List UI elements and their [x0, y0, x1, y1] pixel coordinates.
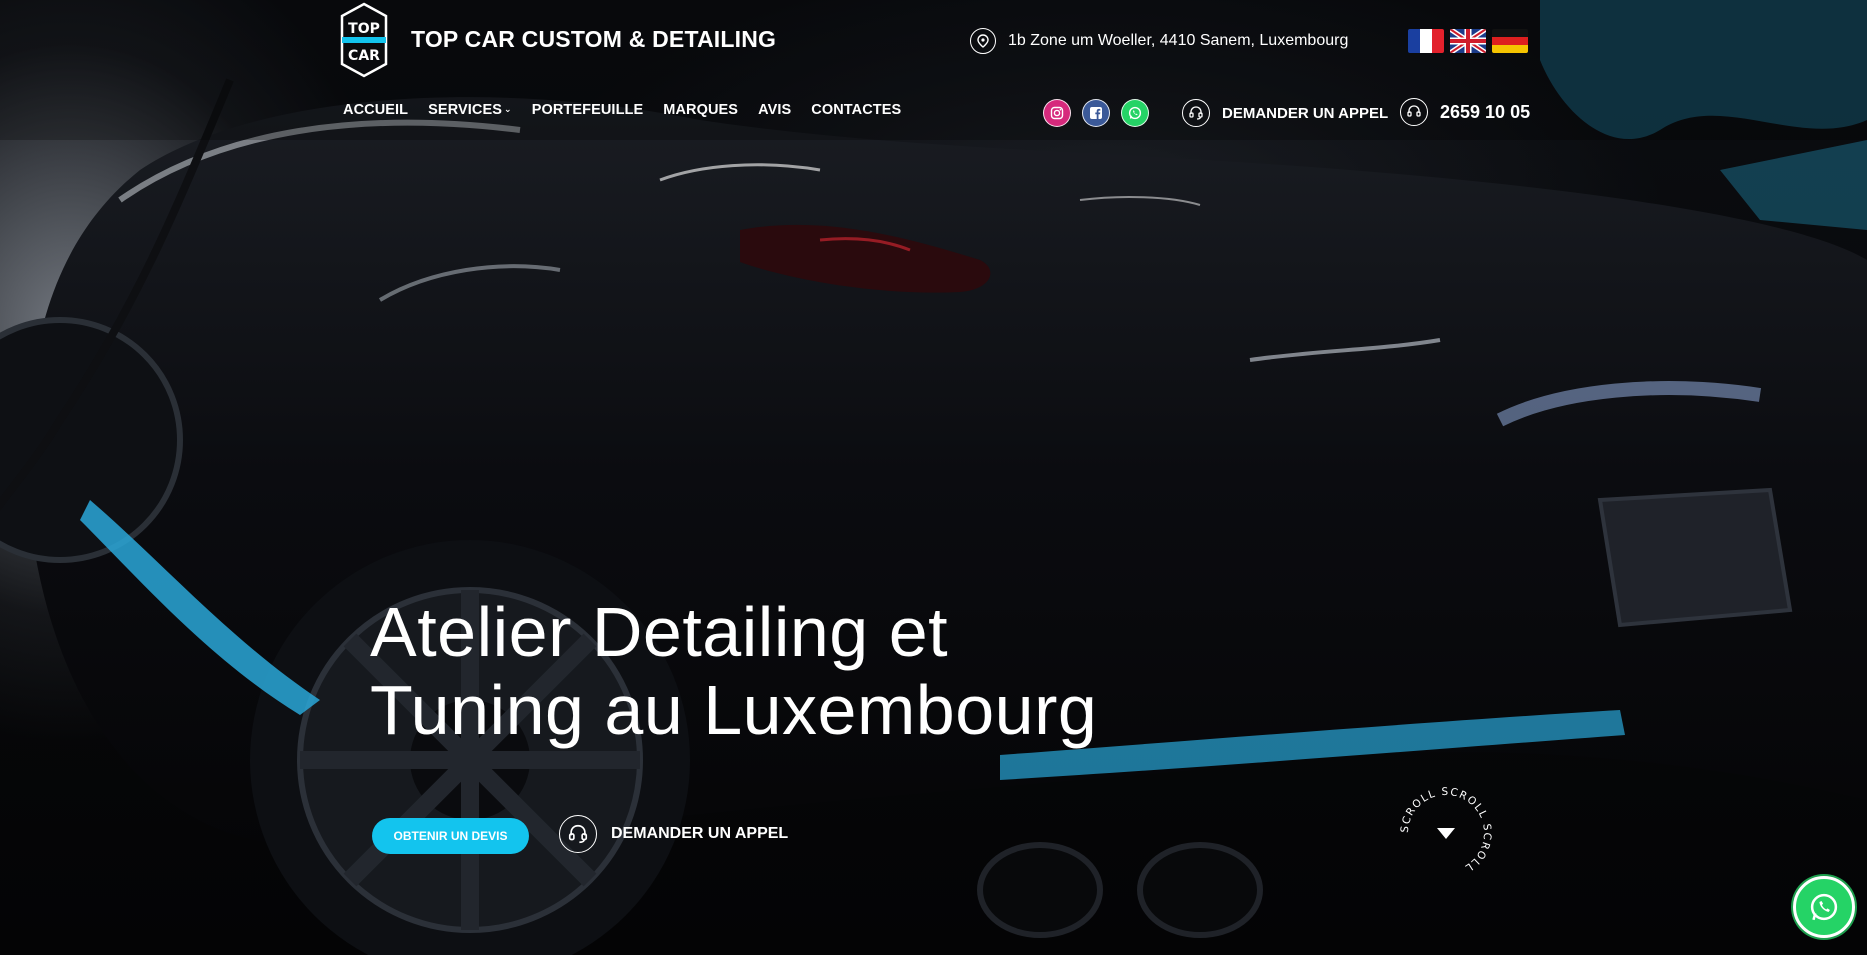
language-switcher [1408, 29, 1528, 53]
hero-headline: Atelier Detailing et Tuning au Luxembour… [370, 593, 1097, 749]
logo-text-top: TOP [348, 21, 380, 37]
scroll-indicator[interactable]: SCROLL SCROLL SCROLL [1396, 783, 1496, 883]
nav-item-contactes[interactable]: CONTACTES [811, 102, 901, 118]
main-nav: ACCUEIL SERVICES ⌄ PORTEFEUILLE MARQUES A… [343, 102, 921, 118]
location-pin-icon [970, 28, 996, 54]
headset-icon [559, 815, 597, 853]
request-call-link[interactable]: DEMANDER UN APPEL [1182, 99, 1388, 127]
nav-item-accueil[interactable]: ACCUEIL [343, 102, 408, 118]
hero-section: TOP CAR TOP CAR CUSTOM & DETAILING 1b Zo… [0, 0, 1867, 955]
phone-link[interactable]: 2659 10 05 [1400, 98, 1530, 126]
whatsapp-icon [1810, 893, 1838, 921]
instagram-icon[interactable] [1043, 99, 1071, 127]
hero-headline-line1: Atelier Detailing et [370, 593, 949, 671]
logo-text-bottom: CAR [348, 48, 380, 64]
get-quote-button[interactable]: OBTENIR UN DEVIS [372, 818, 529, 854]
nav-item-avis[interactable]: AVIS [758, 102, 791, 118]
top-car-logo[interactable]: TOP CAR [338, 2, 390, 78]
flag-en-icon[interactable] [1450, 29, 1486, 53]
phone-number: 2659 10 05 [1440, 101, 1531, 122]
hero-request-call-label: DEMANDER UN APPEL [611, 825, 789, 842]
social-links [1043, 99, 1149, 127]
whatsapp-float-button[interactable] [1793, 876, 1855, 938]
address-link[interactable]: 1b Zone um Woeller, 4410 Sanem, Luxembou… [970, 28, 1348, 54]
nav-item-services-label: SERVICES [428, 102, 503, 118]
brand-name[interactable]: TOP CAR CUSTOM & DETAILING [411, 26, 776, 53]
hero-headline-line2: Tuning au Luxembourg [370, 671, 1098, 749]
flag-fr-icon[interactable] [1408, 29, 1444, 53]
facebook-icon[interactable] [1082, 99, 1110, 127]
headset-icon [1182, 99, 1210, 127]
hero-request-call-button[interactable]: DEMANDER UN APPEL [559, 815, 788, 853]
nav-item-marques[interactable]: MARQUES [663, 102, 738, 118]
address-text: 1b Zone um Woeller, 4410 Sanem, Luxembou… [1008, 32, 1349, 49]
flag-de-icon[interactable] [1492, 29, 1528, 53]
whatsapp-icon[interactable] [1121, 99, 1149, 127]
phone-icon [1400, 98, 1428, 126]
nav-item-services[interactable]: SERVICES ⌄ [428, 102, 512, 118]
nav-item-portefeuille[interactable]: PORTEFEUILLE [532, 102, 644, 118]
car-background-image [0, 0, 1867, 955]
request-call-label: DEMANDER UN APPEL [1222, 104, 1389, 122]
chevron-down-icon: ⌄ [504, 104, 512, 114]
triangle-down-icon [1437, 828, 1455, 839]
